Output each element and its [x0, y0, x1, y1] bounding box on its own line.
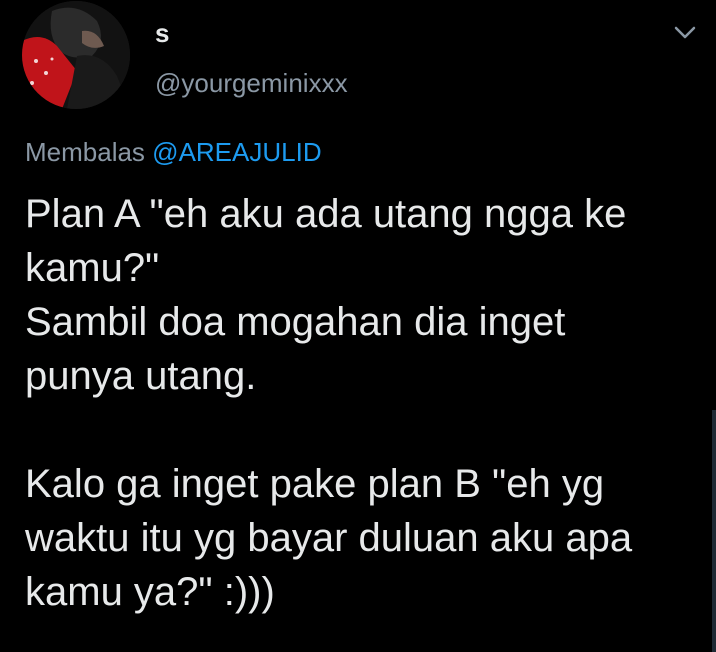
tweet-line: waktu itu yg bayar duluan aku apa: [25, 516, 633, 560]
tweet-line: Kalo ga inget pake plan B "eh yg: [25, 462, 605, 506]
tweet-line: punya utang.: [25, 354, 257, 398]
reply-mention-link[interactable]: @AREAJULID: [152, 137, 321, 167]
profile-photo-icon: [22, 1, 130, 109]
scrollbar[interactable]: [712, 410, 716, 652]
tweet-text: Plan A "eh aku ada utang ngga ke kamu?" …: [25, 187, 705, 619]
reply-prefix: Membalas: [25, 137, 145, 167]
user-handle[interactable]: @yourgeminixxx: [155, 68, 348, 98]
chevron-down-icon: [674, 26, 696, 39]
reply-context: Membalas @AREAJULID: [25, 136, 322, 168]
tweet-line: Sambil doa mogahan dia inget: [25, 300, 566, 344]
tweet-line: kamu?": [25, 246, 160, 290]
more-options-button[interactable]: [670, 18, 700, 48]
avatar[interactable]: [22, 1, 130, 109]
tweet-line: kamu ya?" :))): [25, 570, 275, 614]
display-name[interactable]: s: [155, 18, 169, 48]
tweet-line: Plan A "eh aku ada utang ngga ke: [25, 192, 627, 236]
